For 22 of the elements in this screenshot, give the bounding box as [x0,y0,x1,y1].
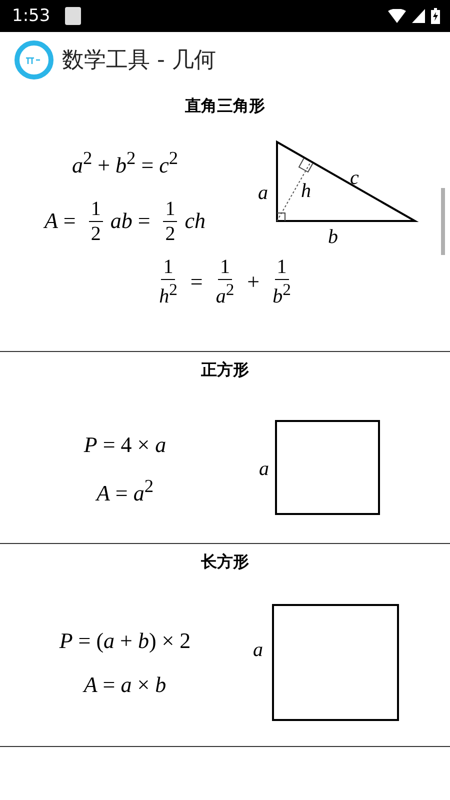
formula: A = a$^{2}$ [94,476,155,506]
side-label: c [350,167,359,189]
section-title: 直角三角形 [184,95,266,117]
signal-icon [412,9,425,23]
notification-icon [64,6,82,26]
app-logo-icon [14,40,54,80]
side-label: a [253,639,263,661]
formula: A = a × b [82,672,168,698]
formula: a$^{2}$ + b$^{2}$ = c$^{2}$ [70,148,180,179]
side-label: a [259,458,269,480]
side-label: a [258,182,268,204]
formula: P = (a + b) × 2 [58,628,192,654]
section-title: 长方形 [200,551,250,573]
scrollbar [441,188,445,255]
section-title: 正方形 [200,359,250,381]
formula: P = 4 × a [82,432,168,458]
height-label: h [301,180,311,202]
wifi-icon [388,9,406,23]
battery-icon [431,8,440,24]
app-title: 数学工具 - 几何 [62,47,216,75]
clock: 1:53 [12,6,50,26]
side-label: b [328,226,338,247]
